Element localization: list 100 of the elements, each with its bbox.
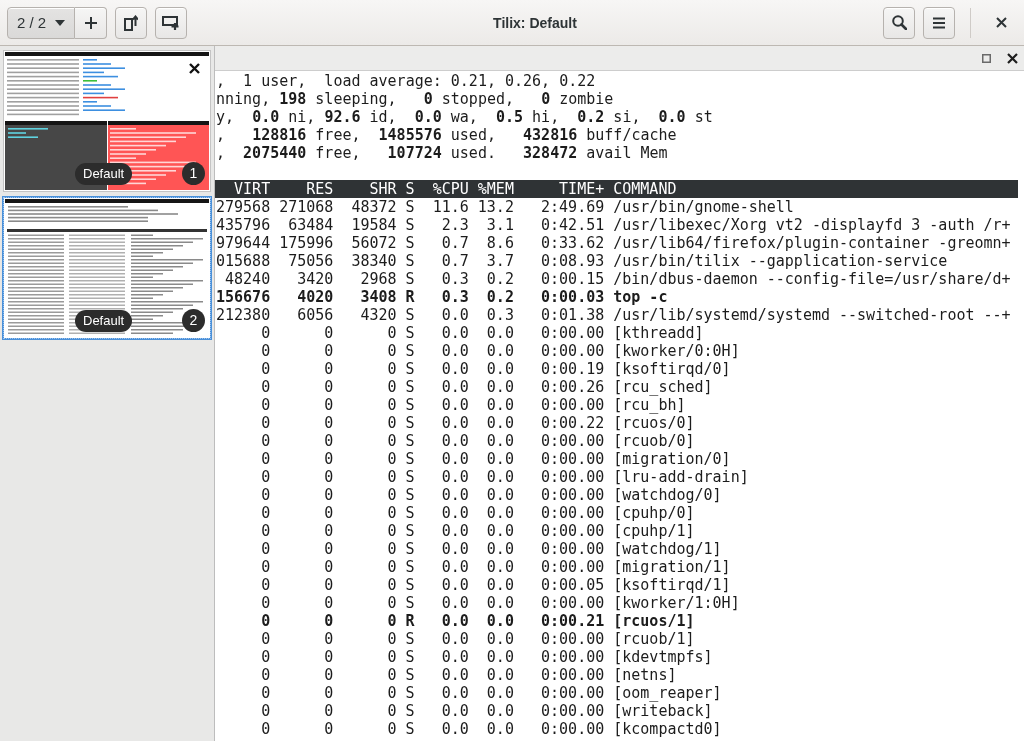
table-cell: 0	[261, 666, 271, 684]
table-cell: 0	[324, 594, 334, 612]
table-cell: 0.0	[486, 648, 514, 666]
table-cell: 0	[324, 414, 334, 432]
table-cell: /usr/lib/systemd/systemd --switched-root --+	[613, 306, 1011, 324]
table-cell: 0:00.00	[541, 342, 605, 360]
table-cell: 0.0	[486, 540, 514, 558]
table-cell: 0	[324, 630, 334, 648]
table-cell: 0.0	[486, 576, 514, 594]
table-cell: 11.6	[432, 198, 469, 216]
table-cell: 0	[387, 720, 397, 738]
table-cell: 3408	[360, 288, 397, 306]
table-cell: 0	[324, 468, 334, 486]
table-cell: S	[405, 486, 415, 504]
table-cell: 435796	[216, 216, 271, 234]
table-cell: 0	[261, 342, 271, 360]
table-cell: 0	[324, 720, 334, 738]
maximize-icon[interactable]	[982, 53, 991, 63]
table-cell: 0:00.00	[541, 684, 605, 702]
table-cell: [kthreadd]	[613, 324, 704, 342]
plus-icon	[84, 16, 97, 29]
table-cell: 0:08.93	[541, 252, 605, 270]
table-cell: 0:00.00	[541, 432, 605, 450]
table-cell: 0	[261, 684, 271, 702]
table-cell: [migration/0]	[613, 450, 731, 468]
search-button[interactable]	[883, 6, 915, 39]
table-cell: 0.0	[441, 414, 469, 432]
session-thumbnail[interactable]: Default 1	[3, 50, 211, 192]
table-cell: 0.0	[486, 414, 514, 432]
session-switcher-button[interactable]: 2 / 2	[7, 6, 75, 39]
table-cell: S	[405, 378, 415, 396]
table-cell: 0	[387, 576, 397, 594]
terminal-line: , 2075440 free, 107724 used. 328472 avail Mem	[216, 144, 669, 162]
table-cell: 0:00.00	[541, 522, 605, 540]
table-cell: 0:00.00	[541, 540, 605, 558]
table-cell: 2968	[360, 270, 397, 288]
table-cell: R	[405, 288, 415, 306]
table-cell: 0.0	[486, 486, 514, 504]
table-cell: 0:00.00	[541, 648, 605, 666]
menu-button[interactable]	[923, 6, 955, 39]
table-cell: 2.3	[441, 216, 469, 234]
table-cell: 0:00.00	[541, 558, 605, 576]
table-cell: 0.0	[441, 360, 469, 378]
menu-icon	[933, 16, 945, 29]
table-cell: [rcu_bh]	[613, 396, 686, 414]
table-cell: S	[405, 702, 415, 720]
terminal-line: y, 0.0 ni, 92.6 id, 0.0 wa, 0.5 hi, 0.2 si, 0.0 st	[216, 108, 714, 126]
table-cell: 0:00.21	[541, 612, 605, 630]
table-cell: S	[405, 558, 415, 576]
table-cell: [kdevtmpfs]	[613, 648, 713, 666]
table-cell: 0:00.00	[541, 468, 605, 486]
table-cell: 0	[261, 468, 271, 486]
close-icon	[995, 17, 1007, 28]
table-cell: 0.0	[441, 396, 469, 414]
table-cell: [kworker/0:0H]	[613, 342, 740, 360]
table-cell: S	[405, 630, 415, 648]
table-cell: 2:49.69	[541, 198, 605, 216]
table-cell: 0.0	[441, 522, 469, 540]
table-cell: 0.0	[441, 486, 469, 504]
table-cell: 0.2	[486, 270, 514, 288]
table-cell: 0.0	[486, 522, 514, 540]
close-icon[interactable]	[1007, 52, 1018, 64]
table-cell: 6056	[297, 306, 334, 324]
table-cell: 0.3	[486, 306, 514, 324]
add-session-button[interactable]	[75, 6, 107, 39]
table-cell: 0	[324, 522, 334, 540]
table-cell: 279568	[216, 198, 271, 216]
table-cell: [watchdog/1]	[613, 540, 722, 558]
table-cell: 0.0	[486, 360, 514, 378]
split-down-button[interactable]	[155, 6, 187, 39]
column-header: COMMAND	[613, 180, 677, 198]
table-cell: 0	[261, 702, 271, 720]
table-cell: 0	[387, 612, 397, 630]
session-thumbnail[interactable]: Default 2	[2, 196, 212, 340]
table-cell: S	[405, 720, 415, 738]
table-cell: 0:00.15	[541, 270, 605, 288]
table-cell: S	[405, 450, 415, 468]
table-cell: 0.0	[486, 432, 514, 450]
table-cell: [rcuob/0]	[613, 432, 695, 450]
table-cell: 0	[387, 468, 397, 486]
table-cell: 19584	[351, 216, 397, 234]
table-cell: S	[405, 522, 415, 540]
close-icon[interactable]	[189, 63, 200, 74]
table-cell: [cpuhp/1]	[613, 522, 695, 540]
table-cell: 0.0	[441, 432, 469, 450]
table-cell: 0.7	[441, 252, 469, 270]
table-cell: 0.0	[486, 378, 514, 396]
table-cell: 0.0	[441, 540, 469, 558]
table-cell: S	[405, 234, 415, 252]
table-cell: 0.0	[486, 450, 514, 468]
table-cell: [netns]	[613, 666, 677, 684]
table-cell: 0	[261, 594, 271, 612]
table-cell: /bin/dbus-daemon --config-file=/usr/share/d+	[613, 270, 1011, 288]
split-right-button[interactable]	[115, 6, 147, 39]
table-cell: 48372	[351, 198, 397, 216]
table-cell: /usr/bin/tilix --gapplication-service	[613, 252, 948, 270]
table-cell: 0	[387, 522, 397, 540]
table-cell: 0	[387, 594, 397, 612]
table-cell: S	[405, 576, 415, 594]
table-cell: 0	[261, 522, 271, 540]
